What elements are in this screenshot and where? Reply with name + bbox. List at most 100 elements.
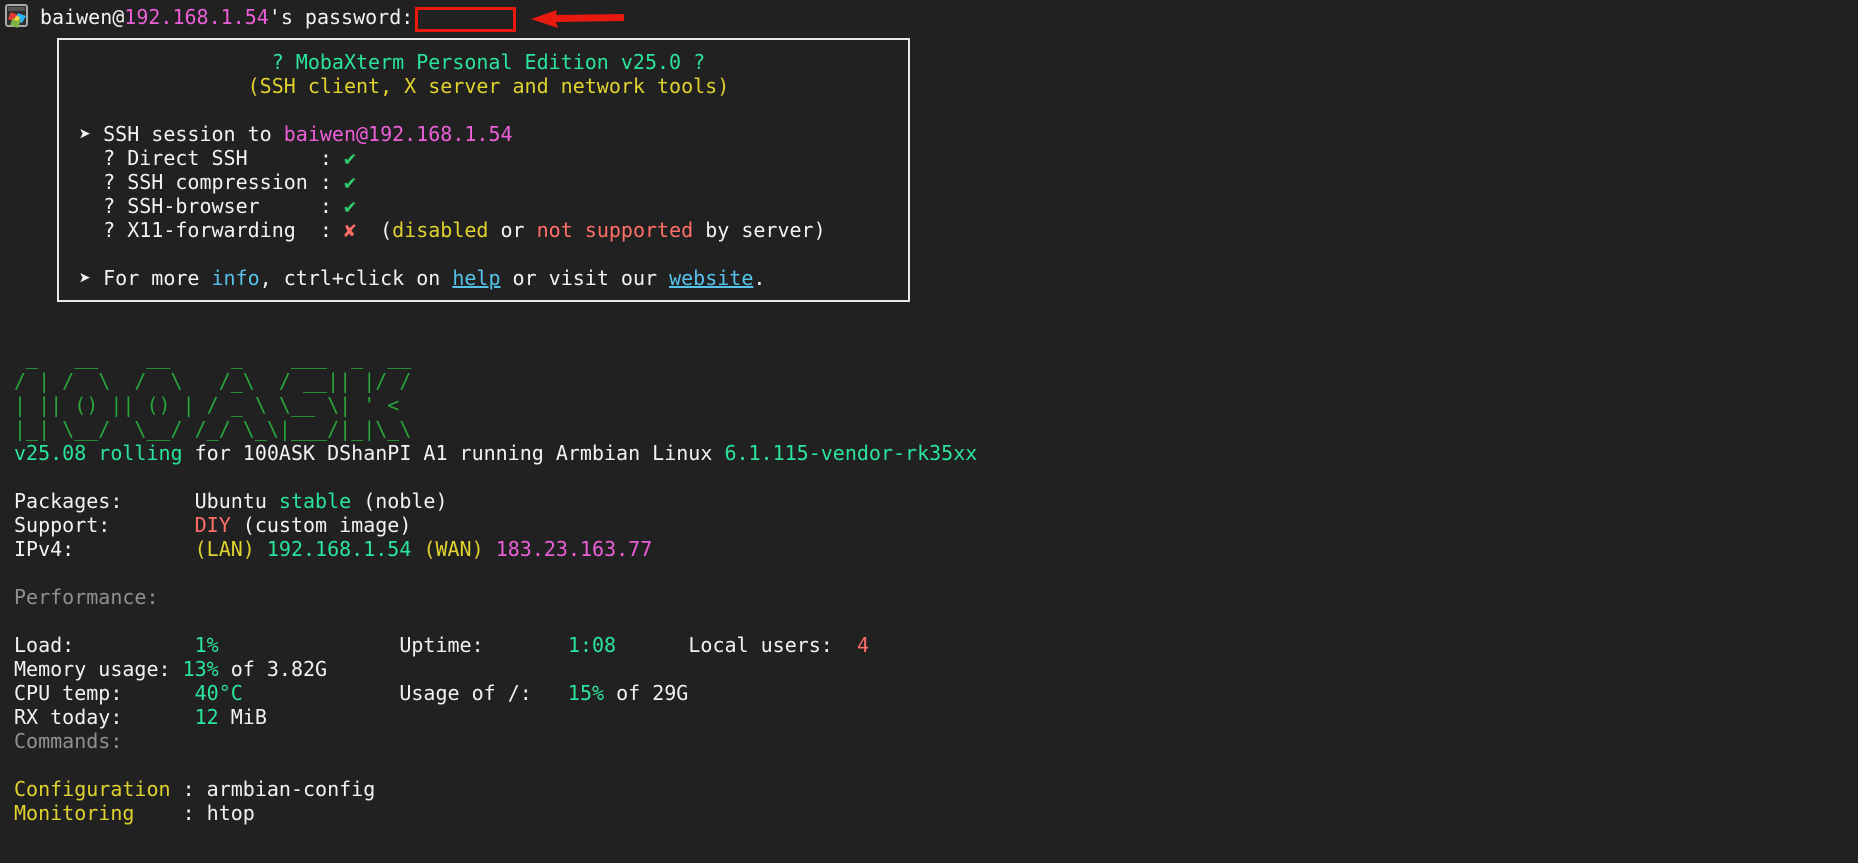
blank-line: [14, 561, 977, 585]
check-icon: ✔: [344, 170, 356, 194]
help-link[interactable]: help: [452, 266, 500, 290]
monitoring-command: : htop: [134, 801, 254, 825]
x11-notsupported-text: not supported: [537, 218, 694, 242]
memory-label: Memory usage:: [14, 657, 183, 681]
support-line: Support: DIY (custom image): [14, 513, 977, 537]
info-prefix: ➤ For more: [67, 266, 212, 290]
session-prefix: ➤ SSH session to: [67, 122, 284, 146]
version-line: v25.08 rolling for 100ASK DShanPI A1 run…: [14, 441, 977, 465]
check-icon: ✔: [344, 194, 356, 218]
disk-usage-label: Usage of /:: [399, 681, 531, 705]
disk-usage-total: of 29G: [604, 681, 688, 705]
password-input-highlight[interactable]: [415, 7, 516, 32]
load-line: Load: 1% Uptime: 1:08 Local users: 4: [14, 633, 977, 657]
mobaxterm-icon: [5, 4, 31, 30]
check-icon: ✔: [344, 146, 356, 170]
commands-header: Commands:: [14, 729, 977, 753]
disk-usage-value: 15%: [568, 681, 604, 705]
rx-today-line: RX today: 12 MiB: [14, 705, 977, 729]
prompt-suffix: 's password:: [269, 5, 414, 29]
info-word: info: [212, 266, 260, 290]
monitoring-label: Monitoring: [14, 801, 134, 825]
rx-unit: MiB: [219, 705, 267, 729]
banner-title: ? MobaXterm Personal Edition v25.0 ?: [67, 50, 908, 74]
configuration-label: Configuration: [14, 777, 171, 801]
load-label: Load:: [14, 633, 195, 657]
kernel-version: 6.1.115-vendor-rk35xx: [724, 441, 977, 465]
x11-or-text: or: [488, 218, 536, 242]
configuration-line: Configuration : armbian-config: [14, 777, 977, 801]
feature-direct-ssh: ? Direct SSH : ✔: [67, 146, 908, 170]
performance-header: Performance:: [14, 585, 977, 609]
cpu-temp-label: CPU temp:: [14, 681, 195, 705]
password-prompt-text: baiwen@192.168.1.54's password:: [40, 3, 413, 31]
rx-label: RX today:: [14, 705, 195, 729]
ssh-banner-box: ? MobaXterm Personal Edition v25.0 ? (SS…: [57, 38, 910, 302]
ipv4-line: IPv4: (LAN) 192.168.1.54 (WAN) 183.23.16…: [14, 537, 977, 561]
rx-value: 12: [195, 705, 219, 729]
space: [411, 537, 423, 561]
ascii-logo-100ask: _ __ __ _ ___ _ __ / | / \ / \ /_\ / __|…: [14, 345, 977, 441]
armbian-version: v25.08 rolling: [14, 441, 183, 465]
blank-line: [14, 609, 977, 633]
blank-line: [67, 98, 908, 122]
support-diy: DIY: [195, 513, 231, 537]
feature-ssh-compression: ? SSH compression : ✔: [67, 170, 908, 194]
feature-ssh-browser: ? SSH-browser : ✔: [67, 194, 908, 218]
local-users-label: Local users:: [688, 633, 833, 657]
monitoring-line: Monitoring : htop: [14, 801, 977, 825]
support-note: (custom image): [231, 513, 412, 537]
space: [243, 681, 400, 705]
uptime-value: 1:08: [568, 633, 616, 657]
ssh-session-line: ➤ SSH session to baiwen@192.168.1.54: [67, 122, 908, 146]
prompt-host: 192.168.1.54: [124, 5, 269, 29]
memory-value: 13%: [183, 657, 219, 681]
more-info-line: ➤ For more info, ctrl+click on help or v…: [67, 266, 908, 290]
x11-disabled-text: disabled: [392, 218, 488, 242]
cross-icon: ✘: [344, 218, 356, 242]
space: [484, 633, 568, 657]
space: [833, 633, 857, 657]
packages-label: Packages: Ubuntu: [14, 489, 279, 513]
space: [532, 681, 568, 705]
cpu-temp-value: 40°C: [195, 681, 243, 705]
feature-x11-forwarding: ? X11-forwarding : ✘ (disabled or not su…: [67, 218, 908, 242]
password-prompt-row: baiwen@192.168.1.54's password:: [5, 3, 413, 31]
space: [616, 633, 688, 657]
space: [484, 537, 496, 561]
lan-ip: 192.168.1.54: [267, 537, 412, 561]
blank-line: [14, 753, 977, 777]
lan-tag: (LAN): [195, 537, 255, 561]
website-link[interactable]: website: [669, 266, 753, 290]
version-text: for 100ASK DShanPI A1 running Armbian Li…: [183, 441, 725, 465]
packages-line: Packages: Ubuntu stable (noble): [14, 489, 977, 513]
memory-line: Memory usage: 13% of 3.82G: [14, 657, 977, 681]
load-value: 1%: [195, 633, 219, 657]
x11-close-text: by server): [693, 218, 825, 242]
terminal-screen[interactable]: baiwen@192.168.1.54's password: ? MobaXt…: [0, 0, 1858, 863]
wan-tag: (WAN): [423, 537, 483, 561]
configuration-command: : armbian-config: [171, 777, 376, 801]
packages-codename: (noble): [351, 489, 447, 513]
session-host: baiwen@192.168.1.54: [284, 122, 513, 146]
feature-label: ? SSH compression :: [67, 170, 344, 194]
motd-output: _ __ __ _ ___ _ __ / | / \ / \ /_\ / __|…: [14, 345, 977, 825]
info-mid2: or visit our: [501, 266, 670, 290]
space: [255, 537, 267, 561]
feature-label: ? Direct SSH :: [67, 146, 344, 170]
support-label: Support:: [14, 513, 195, 537]
annotation-arrow: [528, 5, 628, 35]
ipv4-label: IPv4:: [14, 537, 195, 561]
feature-label: ? SSH-browser :: [67, 194, 344, 218]
info-end: .: [753, 266, 765, 290]
info-mid: , ctrl+click on: [260, 266, 453, 290]
wan-ip: 183.23.163.77: [496, 537, 653, 561]
packages-channel: stable: [279, 489, 351, 513]
uptime-label: Uptime:: [399, 633, 483, 657]
space: [219, 633, 400, 657]
memory-total: of 3.82G: [219, 657, 327, 681]
blank-line: [14, 465, 977, 489]
cpu-temp-line: CPU temp: 40°C Usage of /: 15% of 29G: [14, 681, 977, 705]
x11-paren: (: [356, 218, 392, 242]
local-users-value: 4: [857, 633, 869, 657]
